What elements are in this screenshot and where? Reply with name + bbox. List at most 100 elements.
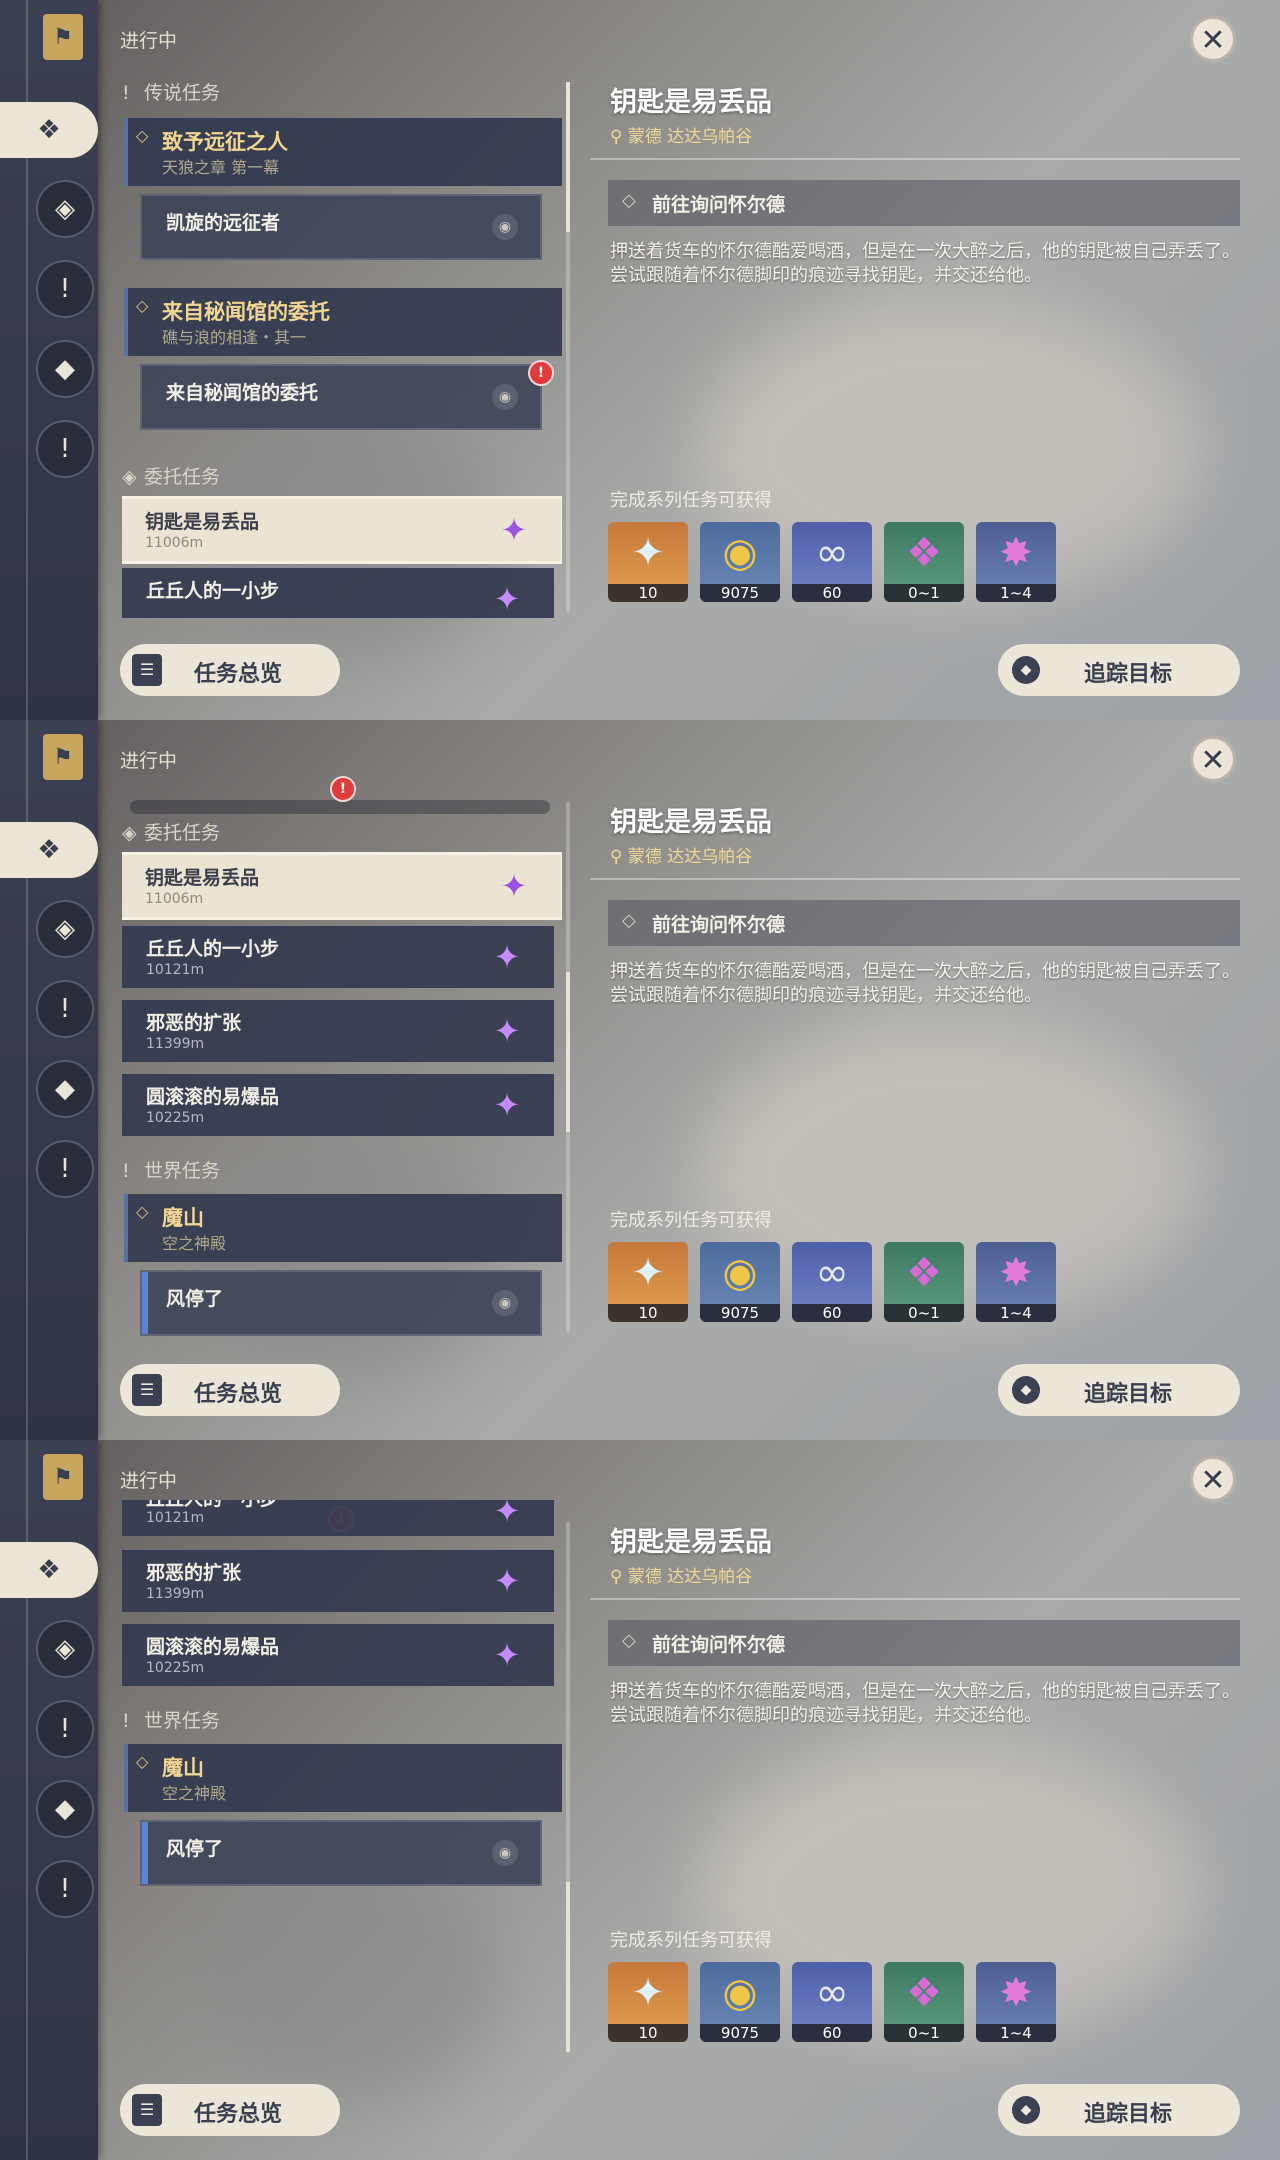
commission-item-selected[interactable]: 钥匙是易丢品 11006m ✦ bbox=[122, 496, 562, 564]
legend-quest-1-step[interactable]: 凯旋的远征者 ◉ bbox=[140, 194, 542, 260]
quest-overview-button[interactable]: ☰ 任务总览 bbox=[120, 2084, 340, 2136]
commission-distance: 11006m bbox=[145, 535, 204, 551]
archon-quest-icon[interactable]: ◈ bbox=[36, 1620, 94, 1678]
close-button[interactable]: ✕ bbox=[1190, 1456, 1236, 1502]
bookmark-icon[interactable]: ⚑ bbox=[43, 1454, 83, 1500]
reward-companionship[interactable]: ∞ 60 bbox=[792, 522, 872, 602]
detail-location: ⚲ 蒙德 达达乌帕谷 bbox=[610, 127, 753, 147]
mora-icon: ◉ bbox=[722, 1250, 758, 1296]
commission-item[interactable]: 邪恶的扩张 11399m ✦ bbox=[122, 1550, 554, 1612]
quest-overview-button[interactable]: ☰ 任务总览 bbox=[120, 644, 340, 696]
all-quests-icon[interactable]: ❖ bbox=[0, 1542, 98, 1598]
commission-item[interactable]: 丘丘人的一小步 ✦ bbox=[122, 568, 554, 618]
close-button[interactable]: ✕ bbox=[1190, 16, 1236, 62]
alert-badge: ! bbox=[330, 776, 356, 802]
objective-bar: ◇ 前往询问怀尔德 bbox=[608, 180, 1240, 226]
book-icon: ☰ bbox=[132, 654, 162, 686]
crystal-chunk-icon: ✸ bbox=[999, 1250, 1033, 1296]
event-quest-icon[interactable]: ! bbox=[36, 1860, 94, 1918]
commission-title: 邪恶的扩张 bbox=[146, 1012, 242, 1034]
track-target-button[interactable]: ◆ 追踪目标 bbox=[998, 1364, 1240, 1416]
rewards-title: 完成系列任务可获得 bbox=[610, 490, 772, 511]
in-progress-label: 进行中 bbox=[120, 750, 178, 772]
world-quest[interactable]: ◇ 魔山 空之神殿 bbox=[124, 1194, 562, 1262]
world-quest-icon[interactable]: ! bbox=[36, 260, 94, 318]
commission-item[interactable]: 丘丘人的一小步 10121m ✦ bbox=[122, 926, 554, 988]
companionship-exp-icon: ∞ bbox=[815, 530, 849, 576]
archon-quest-icon[interactable]: ◈ bbox=[36, 900, 94, 958]
event-quest-icon[interactable]: ! bbox=[36, 1140, 94, 1198]
track-diamond-icon: ◆ bbox=[1012, 656, 1040, 684]
map-pin-icon[interactable]: ◉ bbox=[492, 384, 518, 410]
map-pin-icon[interactable]: ◉ bbox=[492, 1840, 518, 1866]
track-target-button[interactable]: ◆ 追踪目标 bbox=[998, 644, 1240, 696]
detail-location: ⚲ 蒙德 达达乌帕谷 bbox=[610, 1567, 753, 1587]
rewards-title: 完成系列任务可获得 bbox=[610, 1210, 772, 1231]
map-pin-icon[interactable]: ◉ bbox=[492, 214, 518, 240]
reward-primogem[interactable]: ✦ 10 bbox=[608, 1962, 688, 2042]
quest-subtitle: 空之神殿 bbox=[162, 1234, 227, 1253]
all-quests-icon[interactable]: ❖ bbox=[0, 822, 98, 878]
commission-title: 圆滚滚的易爆品 bbox=[146, 1636, 280, 1658]
reward-crystal[interactable]: ✸ 1~4 bbox=[976, 1242, 1056, 1322]
reward-ore[interactable]: ❖ 0~1 bbox=[884, 1242, 964, 1322]
close-button[interactable]: ✕ bbox=[1190, 736, 1236, 782]
reward-companionship[interactable]: ∞ 60 bbox=[792, 1962, 872, 2042]
map-pin-icon[interactable]: ◉ bbox=[492, 1290, 518, 1316]
commission-item[interactable]: 邪恶的扩张 11399m ✦ bbox=[122, 1000, 554, 1062]
archon-quest-icon[interactable]: ◈ bbox=[36, 180, 94, 238]
reward-mora[interactable]: ◉ 9075 bbox=[700, 1962, 780, 2042]
commission-icon[interactable]: ◆ bbox=[36, 340, 94, 398]
reward-ore[interactable]: ❖ 0~1 bbox=[884, 1962, 964, 2042]
legend-quest-2-step[interactable]: 来自秘闻馆的委托 ◉ bbox=[140, 364, 542, 430]
reward-ore[interactable]: ❖ 0~1 bbox=[884, 522, 964, 602]
commission-item-selected[interactable]: 钥匙是易丢品 11006m ✦ bbox=[122, 852, 562, 920]
quest-list-scrollbar[interactable] bbox=[566, 802, 570, 1332]
reward-crystal[interactable]: ✸ 1~4 bbox=[976, 522, 1056, 602]
legend-quest-1[interactable]: ◇ 致予远征之人 天狼之章 第一幕 bbox=[124, 118, 562, 186]
reward-crystal[interactable]: ✸ 1~4 bbox=[976, 1962, 1056, 2042]
world-quest[interactable]: ◇ 魔山 空之神殿 bbox=[124, 1744, 562, 1812]
commission-title: 钥匙是易丢品 bbox=[145, 867, 260, 889]
quest-category-sidebar: ⚑ ❖ ◈ ! ◆ ! bbox=[0, 720, 98, 1440]
reward-companionship[interactable]: ∞ 60 bbox=[792, 1242, 872, 1322]
track-target-button[interactable]: ◆ 追踪目标 bbox=[998, 2084, 1240, 2136]
quest-overview-button[interactable]: ☰ 任务总览 bbox=[120, 1364, 340, 1416]
reward-primogem[interactable]: ✦ 10 bbox=[608, 1242, 688, 1322]
quest-subtitle: 空之神殿 bbox=[162, 1784, 227, 1803]
commission-item[interactable]: 丘丘人的一小步 10121m ✦ bbox=[122, 1500, 554, 1536]
commission-title: 丘丘人的一小步 bbox=[146, 580, 280, 602]
quest-list[interactable]: ! 传说任务 ◇ 致予远征之人 天狼之章 第一幕 凯旋的远征者 ◉ ◇ 来自秘闻馆… bbox=[122, 78, 562, 618]
bookmark-icon[interactable]: ⚑ bbox=[43, 14, 83, 60]
world-quest-icon[interactable]: ! bbox=[36, 1700, 94, 1758]
commission-distance: 10225m bbox=[146, 1110, 205, 1126]
commission-item[interactable]: 圆滚滚的易爆品 10225m ✦ bbox=[122, 1624, 554, 1686]
diamond-icon: ◇ bbox=[136, 296, 149, 315]
world-quest-step[interactable]: 风停了 ◉ bbox=[140, 1820, 542, 1886]
commission-icon[interactable]: ◆ bbox=[36, 1060, 94, 1118]
world-quest-icon[interactable]: ! bbox=[36, 980, 94, 1038]
quest-list[interactable]: ◈委托任务 ▶ 钥匙是易丢品 11006m ✦ 丘丘人的一小步 10121m ✦… bbox=[122, 818, 562, 1338]
all-quests-icon[interactable]: ❖ bbox=[0, 102, 98, 158]
legend-quest-2[interactable]: ◇ 来自秘闻馆的委托 礁与浪的相逢・其一 bbox=[124, 288, 562, 356]
track-diamond-icon: ◆ bbox=[1012, 2096, 1040, 2124]
bookmark-icon[interactable]: ⚑ bbox=[43, 734, 83, 780]
objective-text: 前往询问怀尔德 bbox=[652, 1634, 786, 1656]
list-top-indicator bbox=[130, 800, 550, 814]
commission-item[interactable]: 圆滚滚的易爆品 10225m ✦ bbox=[122, 1074, 554, 1136]
reward-primogem[interactable]: ✦ 10 bbox=[608, 522, 688, 602]
active-step-marker bbox=[142, 1272, 148, 1334]
primogem-icon: ✦ bbox=[631, 1970, 665, 2016]
diamond-icon: ◇ bbox=[622, 910, 636, 931]
divider bbox=[590, 158, 1240, 160]
quest-list[interactable]: 丘丘人的一小步 10121m ✦ 邪恶的扩张 11399m ✦ 圆滚滚的易爆品 … bbox=[122, 1500, 562, 2060]
quest-list-scrollbar[interactable] bbox=[566, 1522, 570, 2052]
reward-mora[interactable]: ◉ 9075 bbox=[700, 1242, 780, 1322]
quest-list-scrollbar[interactable] bbox=[566, 82, 570, 612]
reward-mora[interactable]: ◉ 9075 bbox=[700, 522, 780, 602]
commission-icon[interactable]: ◆ bbox=[36, 1780, 94, 1838]
event-quest-icon[interactable]: ! bbox=[36, 420, 94, 478]
world-quest-step[interactable]: 风停了 ◉ bbox=[140, 1270, 542, 1336]
divider bbox=[590, 1598, 1240, 1600]
primogem-icon: ✦ bbox=[631, 530, 665, 576]
